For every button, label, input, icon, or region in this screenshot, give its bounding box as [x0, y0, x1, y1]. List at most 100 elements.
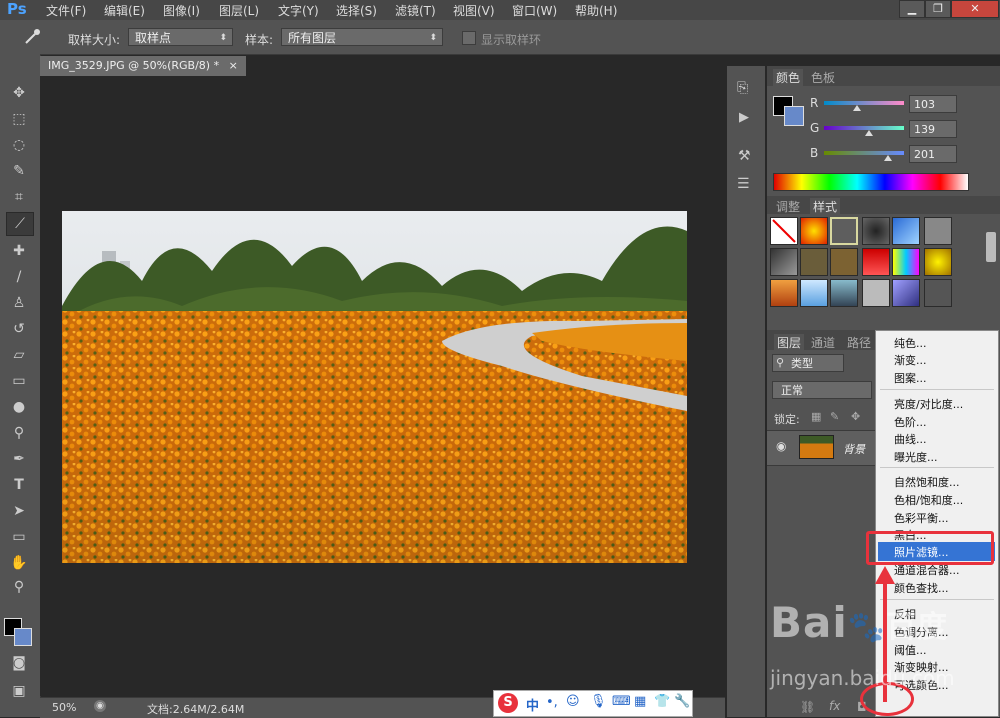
layer-name[interactable]: 背景 — [843, 441, 865, 457]
menu-item-solid-color[interactable]: 纯色... — [894, 335, 927, 351]
dodge-tool-icon[interactable]: ⚲ — [6, 422, 32, 444]
background-color-swatch[interactable] — [14, 628, 32, 646]
blur-tool-icon[interactable]: ● — [6, 396, 32, 418]
tab-layers[interactable]: 图层 — [774, 334, 805, 351]
style-swatch[interactable] — [830, 248, 858, 276]
menu-select[interactable]: 选择(S) — [336, 2, 377, 19]
tab-adjustments[interactable]: 调整 — [776, 198, 800, 215]
gradient-tool-icon[interactable]: ▭ — [6, 370, 32, 392]
style-swatch[interactable] — [800, 248, 828, 276]
marquee-tool-icon[interactable]: ⬚ — [6, 108, 32, 130]
menu-item-hue-saturation[interactable]: 色相/饱和度... — [894, 492, 963, 508]
tab-swatches[interactable]: 色板 — [811, 69, 835, 86]
style-swatch[interactable] — [830, 217, 858, 245]
ime-mode[interactable]: 中 — [526, 695, 539, 714]
history-panel-icon[interactable]: ⎘ — [737, 80, 748, 96]
style-none[interactable] — [770, 217, 798, 245]
move-tool-icon[interactable]: ✥ — [6, 82, 32, 104]
properties-panel-icon[interactable]: ☰ — [737, 176, 750, 192]
restore-button[interactable]: ❐ — [925, 0, 951, 18]
status-info-icon[interactable]: ◉ — [94, 700, 106, 712]
style-swatch[interactable] — [862, 217, 890, 245]
color-spectrum-bar[interactable] — [773, 173, 969, 191]
r-slider-handle[interactable] — [853, 105, 861, 111]
menu-type[interactable]: 文字(Y) — [278, 2, 319, 19]
bg-color-box[interactable] — [784, 106, 804, 126]
menu-item-curves[interactable]: 曲线... — [894, 431, 927, 447]
style-swatch[interactable] — [800, 217, 828, 245]
sample-select[interactable]: 所有图层 ⬍ — [281, 28, 443, 46]
r-slider[interactable] — [824, 101, 904, 105]
style-swatch[interactable] — [924, 279, 952, 307]
menu-item-levels[interactable]: 色阶... — [894, 414, 927, 430]
ime-skin-icon[interactable]: 👕 — [654, 694, 670, 709]
menu-filter[interactable]: 滤镜(T) — [395, 2, 436, 19]
healing-brush-tool-icon[interactable]: ✚ — [6, 240, 32, 262]
ime-toolbox-icon[interactable]: ▦ — [634, 694, 646, 709]
style-swatch[interactable] — [770, 279, 798, 307]
eyedropper-icon[interactable] — [22, 28, 42, 46]
ime-punct-icon[interactable]: •, — [546, 695, 558, 710]
style-swatch[interactable] — [862, 248, 890, 276]
b-slider-handle[interactable] — [884, 155, 892, 161]
menu-item-exposure[interactable]: 曝光度... — [894, 449, 938, 465]
document-tab[interactable]: IMG_3529.JPG @ 50%(RGB/8) * × — [40, 56, 246, 76]
menu-layer[interactable]: 图层(L) — [219, 2, 259, 19]
style-swatch[interactable] — [800, 279, 828, 307]
menu-item-color-lookup[interactable]: 颜色查找... — [894, 580, 949, 596]
menu-file[interactable]: 文件(F) — [46, 2, 86, 19]
lasso-tool-icon[interactable]: ◌ — [6, 134, 32, 156]
b-input[interactable]: 201 — [909, 145, 957, 163]
document-image[interactable] — [62, 211, 687, 563]
rectangle-tool-icon[interactable]: ▭ — [6, 526, 32, 548]
menu-item-gradient[interactable]: 渐变... — [894, 352, 927, 368]
lock-move-icon[interactable]: ✥ — [851, 410, 860, 423]
style-swatch[interactable] — [862, 279, 890, 307]
g-input[interactable]: 139 — [909, 120, 957, 138]
menu-view[interactable]: 视图(V) — [453, 2, 495, 19]
tab-channels[interactable]: 通道 — [811, 334, 835, 351]
menu-item-brightness-contrast[interactable]: 亮度/对比度... — [894, 396, 963, 412]
zoom-level[interactable]: 50% — [52, 701, 76, 714]
ime-logo[interactable]: S — [498, 693, 518, 713]
screen-mode-icon[interactable]: ▣ — [6, 680, 32, 702]
ime-emoji-icon[interactable]: ☺ — [566, 694, 580, 709]
actions-panel-icon[interactable]: ▶ — [739, 110, 749, 125]
ime-voice-icon[interactable]: 🎙 — [590, 694, 607, 709]
pen-tool-icon[interactable]: ✒ — [6, 448, 32, 470]
eraser-tool-icon[interactable]: ▱ — [6, 344, 32, 366]
quick-select-tool-icon[interactable]: ✎ — [6, 160, 32, 182]
g-slider[interactable] — [824, 126, 904, 130]
styles-scrollbar[interactable] — [986, 232, 996, 262]
close-tab-icon[interactable]: × — [229, 59, 238, 72]
hand-tool-icon[interactable]: ✋ — [6, 552, 32, 574]
close-window-button[interactable]: ✕ — [951, 0, 999, 18]
brush-tool-icon[interactable]: / — [6, 266, 32, 288]
menu-help[interactable]: 帮助(H) — [575, 2, 617, 19]
quick-mask-icon[interactable]: ◙ — [6, 652, 32, 674]
crop-tool-icon[interactable]: ⌗ — [6, 186, 32, 208]
tab-paths[interactable]: 路径 — [847, 334, 871, 351]
menu-item-color-balance[interactable]: 色彩平衡... — [894, 510, 949, 526]
menu-item-vibrance[interactable]: 自然饱和度... — [894, 474, 960, 490]
history-brush-tool-icon[interactable]: ↺ — [6, 318, 32, 340]
path-select-tool-icon[interactable]: ➤ — [6, 500, 32, 522]
lock-paint-icon[interactable]: ✎ — [830, 410, 839, 423]
eyedropper-tool-icon[interactable]: ⟋ — [6, 212, 34, 236]
tab-color[interactable]: 颜色 — [773, 69, 804, 86]
menu-window[interactable]: 窗口(W) — [512, 2, 557, 19]
menu-image[interactable]: 图像(I) — [163, 2, 200, 19]
style-swatch[interactable] — [830, 279, 858, 307]
sample-size-select[interactable]: 取样点 ⬍ — [128, 28, 233, 46]
style-swatch[interactable] — [892, 217, 920, 245]
clone-stamp-tool-icon[interactable]: ♙ — [6, 292, 32, 314]
style-swatch[interactable] — [892, 248, 920, 276]
menu-item-pattern[interactable]: 图案... — [894, 370, 927, 386]
style-swatch[interactable] — [770, 248, 798, 276]
ime-keyboard-icon[interactable]: ⌨ — [612, 694, 631, 709]
brushes-panel-icon[interactable]: ⚒ — [738, 148, 751, 164]
lock-transparent-icon[interactable]: ▦ — [811, 410, 821, 423]
menu-edit[interactable]: 编辑(E) — [104, 2, 145, 19]
style-swatch[interactable] — [892, 279, 920, 307]
tab-styles[interactable]: 样式 — [810, 198, 841, 215]
